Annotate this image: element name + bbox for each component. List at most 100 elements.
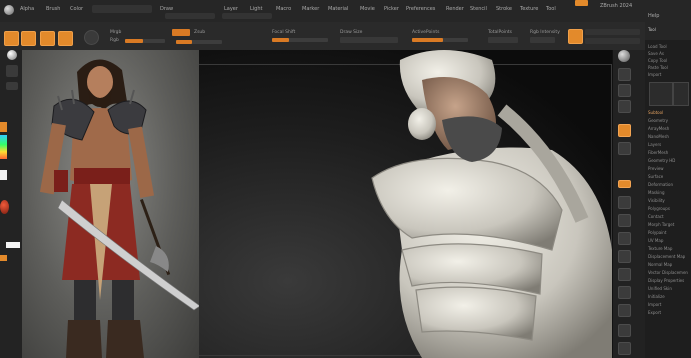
tool-thumbnail[interactable] xyxy=(649,82,673,106)
color-swatch-orange[interactable] xyxy=(0,122,7,132)
polyf-icon[interactable] xyxy=(618,324,631,337)
tray-row[interactable]: Masking xyxy=(648,190,688,195)
menu-item[interactable]: Stencil xyxy=(470,6,487,12)
tray-row[interactable]: Unified Skin xyxy=(648,286,688,291)
mrgb-label[interactable]: Mrgb xyxy=(110,30,121,35)
persp-icon[interactable] xyxy=(618,180,631,188)
menu-item[interactable]: Macro xyxy=(276,6,291,12)
draw-size-field[interactable] xyxy=(340,37,398,43)
tool-thumbnail-2[interactable] xyxy=(673,82,689,106)
move-button[interactable] xyxy=(40,31,55,46)
tray-row[interactable]: Load Tool xyxy=(648,44,688,49)
menu-item[interactable]: Picker xyxy=(384,6,399,12)
local-icon[interactable] xyxy=(618,214,631,227)
menu-item[interactable]: Marker xyxy=(302,6,319,12)
tray-row[interactable]: Morph Target xyxy=(648,222,688,227)
draw-button[interactable] xyxy=(21,31,36,46)
sculpt-model[interactable] xyxy=(352,50,612,358)
color-picker-gradient[interactable] xyxy=(0,135,7,159)
zoom3d-icon[interactable] xyxy=(618,286,631,299)
tray-row[interactable]: Normal Map xyxy=(648,262,688,267)
tray-row[interactable]: Surface xyxy=(648,174,688,179)
sphere-icon[interactable] xyxy=(618,50,630,62)
tray-row[interactable]: Geometry HD xyxy=(648,158,688,163)
tray-row[interactable]: Polypaint xyxy=(648,230,688,235)
tray-row[interactable]: Copy Tool xyxy=(648,58,688,63)
material-field[interactable] xyxy=(222,13,272,19)
floor-icon[interactable] xyxy=(618,196,631,209)
tray-row[interactable]: Display Properties xyxy=(648,278,688,283)
tray-row[interactable]: Displacement Map xyxy=(648,254,688,259)
menu-item[interactable]: Tool xyxy=(546,6,556,12)
menu-item[interactable]: Stroke xyxy=(496,6,512,12)
tray-row[interactable]: Visibility xyxy=(648,198,688,203)
tray-row[interactable]: Polygroups xyxy=(648,206,688,211)
brush-icon[interactable] xyxy=(6,65,18,77)
tray-row[interactable]: UV Map xyxy=(648,238,688,243)
tray-row[interactable]: Export xyxy=(648,310,688,315)
scroll-icon[interactable] xyxy=(618,100,631,113)
rgb-intensity-slider[interactable] xyxy=(125,39,165,43)
tray-row[interactable]: Contact xyxy=(648,214,688,219)
menu-item[interactable]: Texture xyxy=(520,6,538,12)
rotate-button[interactable] xyxy=(84,30,99,45)
focal-shift-slider[interactable] xyxy=(272,38,328,42)
menu-item[interactable]: Brush xyxy=(46,6,60,12)
actual-icon[interactable] xyxy=(618,142,631,155)
project-field[interactable] xyxy=(92,5,152,13)
rgb-label[interactable]: Rgb xyxy=(110,38,119,43)
xyz-icon[interactable] xyxy=(618,232,631,245)
tray-row[interactable]: Geometry xyxy=(648,118,688,123)
tray-row[interactable]: Preview xyxy=(648,166,688,171)
menu-item[interactable]: Layer xyxy=(224,6,238,12)
edit-button[interactable] xyxy=(4,31,19,46)
color-swatch-white[interactable] xyxy=(0,170,7,180)
tool-subname-field[interactable] xyxy=(585,38,640,44)
menu-item[interactable]: Preferences xyxy=(406,6,435,12)
zoom-icon[interactable] xyxy=(618,124,631,137)
color-swatch-secondary[interactable] xyxy=(0,255,7,261)
scale-button[interactable] xyxy=(58,31,73,46)
rotate-icon[interactable] xyxy=(618,304,631,317)
tray-row[interactable]: Import xyxy=(648,302,688,307)
brush-field[interactable] xyxy=(165,13,215,19)
tray-row[interactable]: Subtool xyxy=(648,110,688,115)
zsub-label[interactable]: Zsub xyxy=(194,30,205,35)
tray-row[interactable]: FiberMesh xyxy=(648,150,688,155)
tool-name-field[interactable] xyxy=(585,29,640,35)
draw-size-slider[interactable] xyxy=(412,38,468,42)
bpr-icon[interactable] xyxy=(618,68,631,81)
tray-row[interactable]: ArrayMesh xyxy=(648,126,688,131)
tray-row[interactable]: Layers xyxy=(648,142,688,147)
tray-row[interactable]: Initialize xyxy=(648,294,688,299)
move-icon[interactable] xyxy=(618,268,631,281)
tray-row[interactable]: Import xyxy=(648,72,688,77)
material-sphere-icon[interactable] xyxy=(7,50,17,60)
tray-row[interactable]: Save As xyxy=(648,51,688,56)
canvas-viewport[interactable] xyxy=(22,50,612,358)
menu-item[interactable]: Material xyxy=(328,6,348,12)
texture-sphere-icon[interactable] xyxy=(0,200,9,214)
menu-item[interactable]: Render xyxy=(446,6,464,12)
snapshot-button[interactable] xyxy=(568,29,583,44)
menu-item[interactable]: Light xyxy=(250,6,262,12)
quicksave-button[interactable] xyxy=(575,0,588,6)
transp-icon[interactable] xyxy=(618,342,631,355)
stroke-icon[interactable] xyxy=(6,82,18,90)
menu-item[interactable]: Help xyxy=(648,13,659,19)
frame-icon[interactable] xyxy=(618,250,631,263)
spix-icon[interactable] xyxy=(618,84,631,97)
menu-item[interactable]: Alpha xyxy=(20,6,34,12)
menu-item[interactable]: Draw xyxy=(160,6,173,12)
tray-row[interactable]: NanoMesh xyxy=(648,134,688,139)
tray-row[interactable]: Deformation xyxy=(648,182,688,187)
menu-item[interactable]: Movie xyxy=(360,6,375,12)
z-intensity-slider[interactable] xyxy=(176,40,222,44)
alpha-icon[interactable] xyxy=(6,242,20,248)
rgb-intensity-field[interactable] xyxy=(530,37,555,43)
tray-row[interactable]: Texture Map xyxy=(648,246,688,251)
zadd-button[interactable] xyxy=(172,29,190,36)
tray-row[interactable]: Paste Tool xyxy=(648,65,688,70)
menu-item[interactable]: Color xyxy=(70,6,83,12)
tray-row[interactable]: Vector Displacement Map xyxy=(648,270,688,275)
